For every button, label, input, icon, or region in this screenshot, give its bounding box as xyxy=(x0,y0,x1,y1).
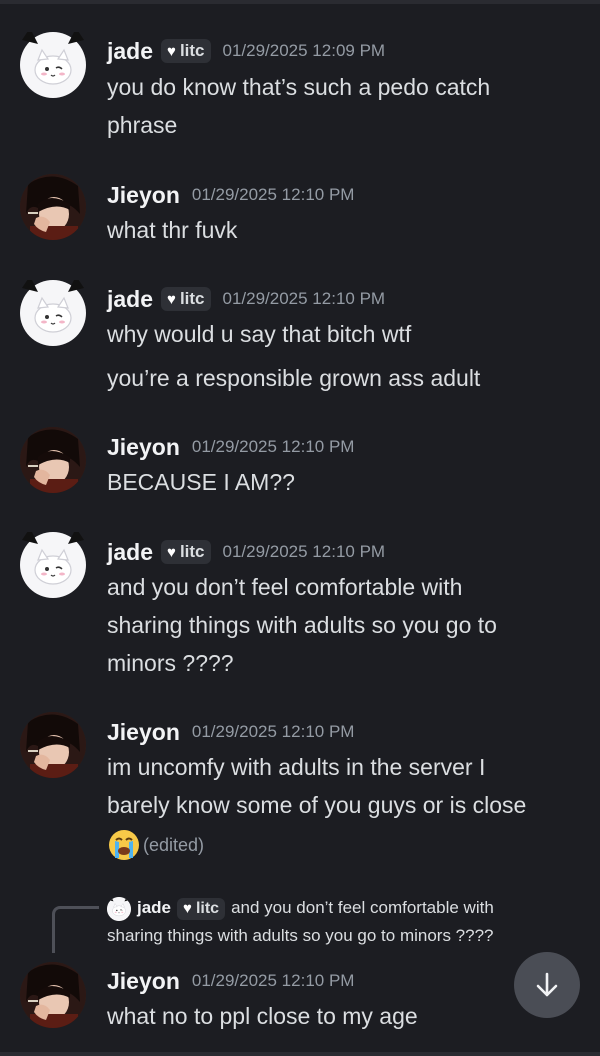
avatar[interactable] xyxy=(20,427,86,493)
timestamp: 01/29/2025 12:10 PM xyxy=(191,437,355,456)
loudly-crying-face-emoji-icon xyxy=(109,829,139,860)
message-line: you’re a responsible grown ass adult xyxy=(107,365,481,391)
timestamp: 01/29/2025 12:10 PM xyxy=(222,289,386,308)
avatar[interactable] xyxy=(20,712,86,778)
white-cat-avatar-icon xyxy=(19,275,87,347)
avatar[interactable] xyxy=(19,275,87,347)
message-line: what thr fuvk xyxy=(107,217,238,243)
anime-boy-avatar-icon xyxy=(20,712,86,778)
anime-boy-avatar-icon xyxy=(20,174,86,240)
message-line: minors ???? xyxy=(107,650,234,676)
heart-icon: ♥ xyxy=(167,290,176,308)
white-cat-avatar-icon xyxy=(19,27,87,99)
reply-author[interactable]: jade xyxy=(137,898,171,917)
message-line: BECAUSE I AM?? xyxy=(107,469,295,495)
username[interactable]: jade xyxy=(107,38,153,65)
reply-avatar xyxy=(107,896,131,921)
avatar[interactable] xyxy=(20,962,86,1028)
reply-preview[interactable]: jade ♥ litc and you don’t feel comfortable … xyxy=(107,894,577,950)
timestamp: 01/29/2025 12:10 PM xyxy=(191,185,355,204)
avatar[interactable] xyxy=(19,527,87,599)
edited-label: (edited) xyxy=(143,834,205,855)
reply-text: and you don’t feel comfortable with xyxy=(231,898,494,917)
timestamp: 01/29/2025 12:09 PM xyxy=(222,41,386,60)
server-tag[interactable]: ♥ litc xyxy=(161,39,211,63)
timestamp: 01/29/2025 12:10 PM xyxy=(191,722,355,741)
avatar[interactable] xyxy=(20,174,86,240)
arrow-down-icon xyxy=(536,972,558,997)
avatar[interactable] xyxy=(19,27,87,99)
username[interactable]: Jieyon xyxy=(107,434,180,461)
scroll-to-bottom-button[interactable] xyxy=(514,952,580,1018)
username[interactable]: Jieyon xyxy=(107,968,180,995)
message-line: what no to ppl close to my age xyxy=(107,1003,418,1029)
message-line: phrase xyxy=(107,112,178,138)
message-line: barely know some of you guys or is close xyxy=(107,792,527,818)
message-emoji-line: (edited) xyxy=(107,824,204,864)
message-line: and you don’t feel comfortable with xyxy=(107,574,463,600)
timestamp: 01/29/2025 12:10 PM xyxy=(222,542,386,561)
white-cat-avatar-icon xyxy=(107,896,131,921)
message-line: you do know that’s such a pedo catch xyxy=(107,74,491,100)
reply-spine xyxy=(52,906,99,953)
username[interactable]: jade xyxy=(107,286,153,313)
username[interactable]: Jieyon xyxy=(107,719,180,746)
server-tag[interactable]: ♥ litc xyxy=(177,898,226,920)
username[interactable]: jade xyxy=(107,539,153,566)
top-divider xyxy=(0,0,600,4)
timestamp: 01/29/2025 12:10 PM xyxy=(191,971,355,990)
heart-icon: ♥ xyxy=(167,42,176,60)
heart-icon: ♥ xyxy=(167,543,176,561)
heart-icon: ♥ xyxy=(183,900,192,917)
username[interactable]: Jieyon xyxy=(107,182,180,209)
message-line: im uncomfy with adults in the server I xyxy=(107,754,486,780)
message-line: why would u say that bitch wtf xyxy=(107,321,412,347)
server-tag[interactable]: ♥ litc xyxy=(161,540,211,564)
anime-boy-avatar-icon xyxy=(20,962,86,1028)
reply-text-continued: sharing things with adults so you go to … xyxy=(107,926,494,945)
white-cat-avatar-icon xyxy=(19,527,87,599)
anime-boy-avatar-icon xyxy=(20,427,86,493)
server-tag[interactable]: ♥ litc xyxy=(161,287,211,311)
bottom-divider xyxy=(0,1052,600,1056)
message-line: sharing things with adults so you go to xyxy=(107,612,497,638)
